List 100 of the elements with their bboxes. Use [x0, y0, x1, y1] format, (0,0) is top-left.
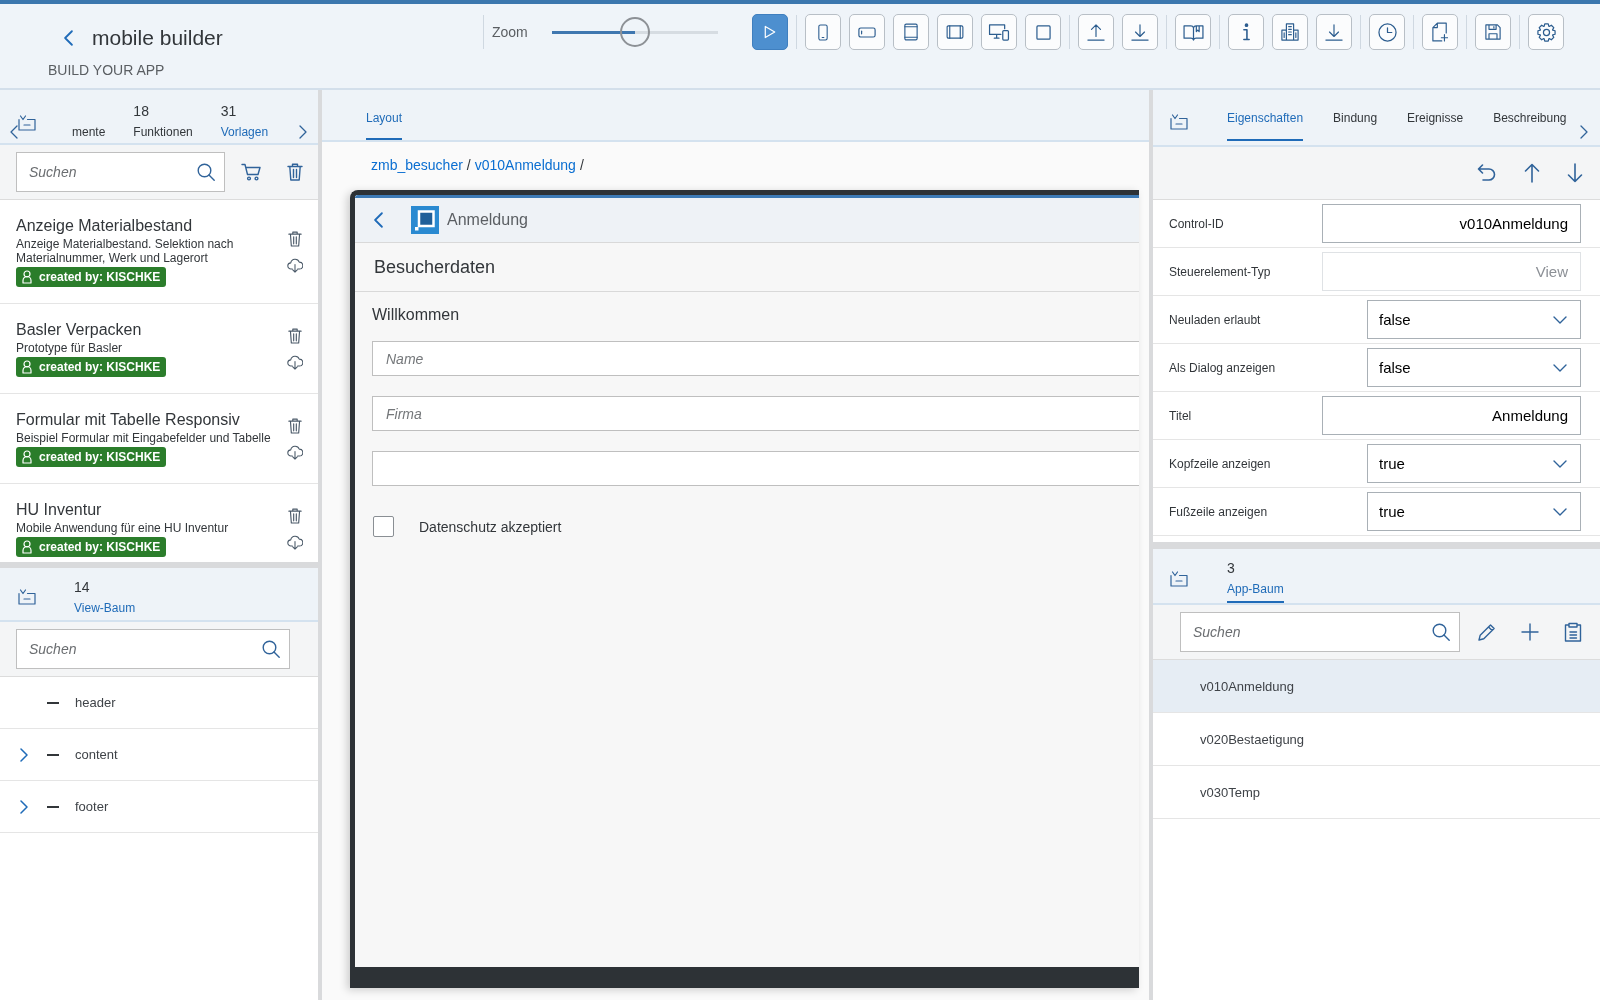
chevron-down-icon[interactable]	[1553, 507, 1567, 516]
dash-icon	[47, 701, 59, 704]
property-label: Kopfzeile anzeigen	[1169, 456, 1272, 471]
tab[interactable]: mente	[72, 125, 106, 140]
upload-button[interactable]	[1078, 14, 1114, 50]
template-item[interactable]: Formular mit Tabelle Responsiv Beispiel Formular mit Eingabefelder und Tabelle created by: KISCHKE	[0, 394, 318, 484]
arrow-down-icon[interactable]	[1567, 163, 1583, 183]
search-field[interactable]: Suchen	[16, 629, 290, 669]
tab-count: 31	[220, 103, 237, 120]
file-add-button[interactable]	[1422, 14, 1458, 50]
tablet-button[interactable]	[893, 14, 929, 50]
chevron-down-icon[interactable]	[1553, 315, 1567, 324]
cloud-download-icon[interactable]	[287, 354, 303, 370]
save-icon	[1485, 24, 1501, 40]
dropdown[interactable]: false	[1367, 300, 1581, 339]
cloud-download-icon[interactable]	[287, 257, 303, 273]
phone-landscape-icon	[858, 26, 876, 38]
template-item[interactable]: Basler Verpacken Prototype für Basler created by: KISCHKE	[0, 304, 318, 394]
book-button[interactable]	[1175, 14, 1211, 50]
tab[interactable]: App-Baum	[1227, 582, 1284, 603]
tab[interactable]: Eigenschaften	[1227, 111, 1304, 141]
search-field[interactable]: Suchen	[16, 152, 225, 192]
search-icon[interactable]	[262, 640, 280, 658]
chevron-right-icon[interactable]	[20, 747, 28, 762]
panel-icon[interactable]	[1170, 114, 1188, 130]
download-icon	[1325, 23, 1343, 41]
tablet-landscape-icon	[946, 25, 964, 39]
trash-icon[interactable]	[288, 507, 302, 524]
cloud-download-icon[interactable]	[287, 444, 303, 460]
template-item[interactable]: Anzeige Materialbestand Anzeige Materialbestand. Selektion nach Materialnummer, Werk und Lagerort created by: KISCHKE	[0, 200, 318, 304]
chevron-down-icon[interactable]	[1553, 459, 1567, 468]
breadcrumb-link[interactable]: zmb_besucher	[371, 157, 463, 173]
square-button[interactable]	[1025, 14, 1061, 50]
trash-icon[interactable]	[287, 163, 303, 181]
tablet-landscape-button[interactable]	[937, 14, 973, 50]
search-icon[interactable]	[197, 163, 215, 181]
tree-node[interactable]: v010Anmeldung	[1153, 660, 1600, 713]
panel-icon[interactable]	[18, 589, 36, 605]
slider-handle[interactable]	[620, 17, 650, 47]
trash-icon[interactable]	[288, 417, 302, 434]
input-field[interactable]: Firma	[372, 396, 1139, 431]
tab[interactable]: View-Baum	[74, 601, 136, 616]
text-field[interactable]: v010Anmeldung	[1322, 204, 1581, 243]
tab[interactable]: Vorlagen	[220, 125, 269, 140]
info-button[interactable]	[1228, 14, 1264, 50]
search-field[interactable]: Suchen	[1180, 612, 1460, 652]
devices-button[interactable]	[981, 14, 1017, 50]
chevron-right-icon[interactable]	[1580, 125, 1588, 139]
zoom-label: Zoom	[492, 24, 528, 40]
tab[interactable]: Funktionen	[133, 125, 193, 140]
property-label: Neuladen erlaubt	[1169, 312, 1262, 327]
checkbox[interactable]	[373, 516, 394, 537]
pencil-icon[interactable]	[1478, 623, 1496, 641]
tab[interactable]: Layout	[366, 111, 403, 140]
settings-icon	[1536, 22, 1556, 42]
author-label: created by: KISCHKE	[39, 540, 161, 554]
clock-button[interactable]	[1369, 14, 1405, 50]
tab[interactable]: Bindung	[1333, 111, 1378, 141]
breadcrumb-link[interactable]: v010Anmeldung	[474, 157, 576, 173]
save-button[interactable]	[1475, 14, 1511, 50]
text-field[interactable]: Anmeldung	[1322, 396, 1581, 435]
chevron-left-icon[interactable]	[10, 125, 18, 139]
template-description: Mobile Anwendung für eine HU Inventur	[16, 521, 230, 535]
dropdown[interactable]: true	[1367, 492, 1581, 531]
tab[interactable]: Ereignisse	[1407, 111, 1464, 141]
settings-button[interactable]	[1528, 14, 1564, 50]
download-button[interactable]	[1122, 14, 1158, 50]
chevron-right-icon[interactable]	[20, 799, 28, 814]
phone-button[interactable]	[805, 14, 841, 50]
tab[interactable]: Beschreibung	[1493, 111, 1567, 141]
template-title: Anzeige Materialbestand	[16, 216, 194, 236]
chevron-right-icon[interactable]	[299, 125, 307, 139]
panel-icon[interactable]	[18, 115, 36, 131]
clipboard-icon[interactable]	[1564, 622, 1582, 642]
plus-icon[interactable]	[1521, 623, 1539, 641]
phone-icon	[818, 23, 828, 41]
chevron-down-icon[interactable]	[1553, 363, 1567, 372]
play-button[interactable]	[752, 14, 788, 50]
input-field[interactable]: Name	[372, 341, 1139, 376]
tab-count: 18	[133, 103, 149, 120]
input-field[interactable]	[372, 451, 1139, 486]
dropdown[interactable]: true	[1367, 444, 1581, 483]
back-icon[interactable]	[64, 30, 73, 46]
building-button[interactable]	[1272, 14, 1308, 50]
panel-icon[interactable]	[1170, 571, 1188, 587]
cloud-download-icon[interactable]	[287, 534, 303, 550]
search-icon[interactable]	[1432, 623, 1450, 641]
arrow-up-icon[interactable]	[1524, 163, 1540, 183]
devices-icon	[988, 23, 1010, 41]
back-icon[interactable]	[374, 212, 383, 228]
cart-icon[interactable]	[241, 163, 261, 181]
download-button[interactable]	[1316, 14, 1352, 50]
person-icon	[22, 450, 32, 464]
phone-landscape-button[interactable]	[849, 14, 885, 50]
trash-icon[interactable]	[288, 230, 302, 247]
trash-icon[interactable]	[288, 327, 302, 344]
app-title: mobile builder	[92, 26, 223, 50]
dropdown[interactable]: false	[1367, 348, 1581, 387]
download-icon	[1131, 23, 1149, 41]
undo-icon[interactable]	[1477, 164, 1497, 182]
